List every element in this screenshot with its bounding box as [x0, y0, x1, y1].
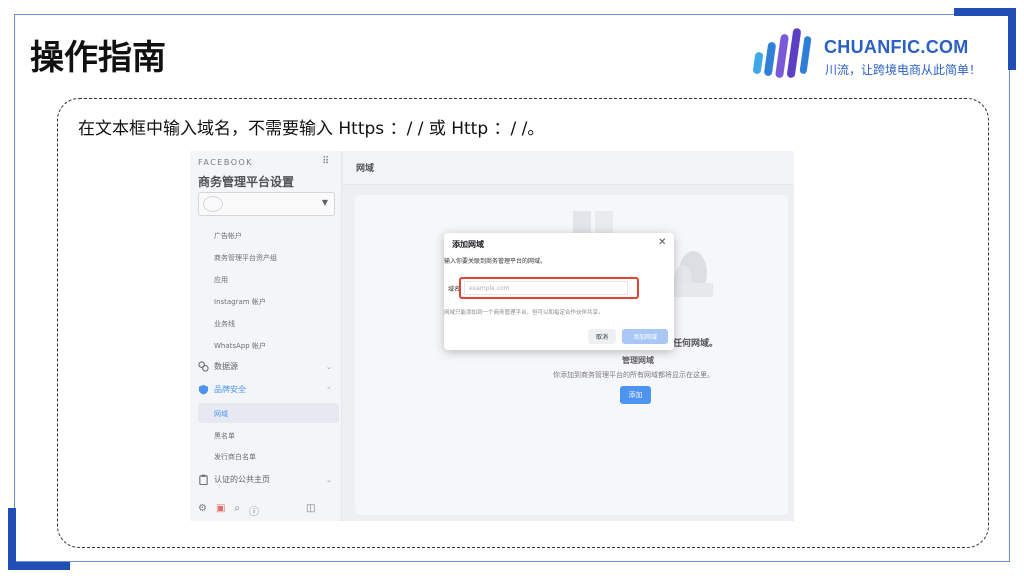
facebook-screenshot: FACEBOOK ⠿ 商务管理平台设置 ▼ 广告帐户 商务管理平台资产组 应用 … [190, 151, 794, 521]
confirm-add-domain-button[interactable]: 添加网域 [622, 329, 668, 344]
logo-bars-icon [753, 28, 812, 78]
domain-input-highlight [459, 277, 639, 299]
chuanfic-logo: CHUANFIC.COM 川流，让跨境电商从此简单！ [752, 26, 992, 86]
page-title: 操作指南 [30, 38, 166, 78]
corner-decoration [954, 8, 1016, 16]
close-icon[interactable]: ✕ [658, 237, 666, 248]
add-domain-dialog: 添加网域 ✕ 输入你要关联到商务管理平台的网域。 域名 网域只能添加到一个商务管… [444, 233, 674, 350]
logo-brand-text: CHUANFIC.COM [824, 37, 969, 57]
logo-slogan: 川流，让跨境电商从此简单！ [825, 63, 982, 77]
dialog-subtitle: 输入你要关联到商务管理平台的网域。 [444, 258, 547, 265]
instruction-text: 在文本框中输入域名，不需要输入 Https ：/ / 或 Http ：/ /。 [78, 119, 545, 139]
corner-decoration [8, 562, 70, 570]
corner-decoration [8, 508, 16, 570]
corner-decoration [1008, 8, 1016, 70]
cancel-button[interactable]: 取消 [588, 329, 616, 344]
domain-input[interactable] [464, 281, 628, 295]
dialog-note: 网域只能添加到一个商务管理平台，但可以和指定合作伙伴共享。 [444, 310, 604, 316]
dialog-title: 添加网域 [452, 240, 484, 249]
